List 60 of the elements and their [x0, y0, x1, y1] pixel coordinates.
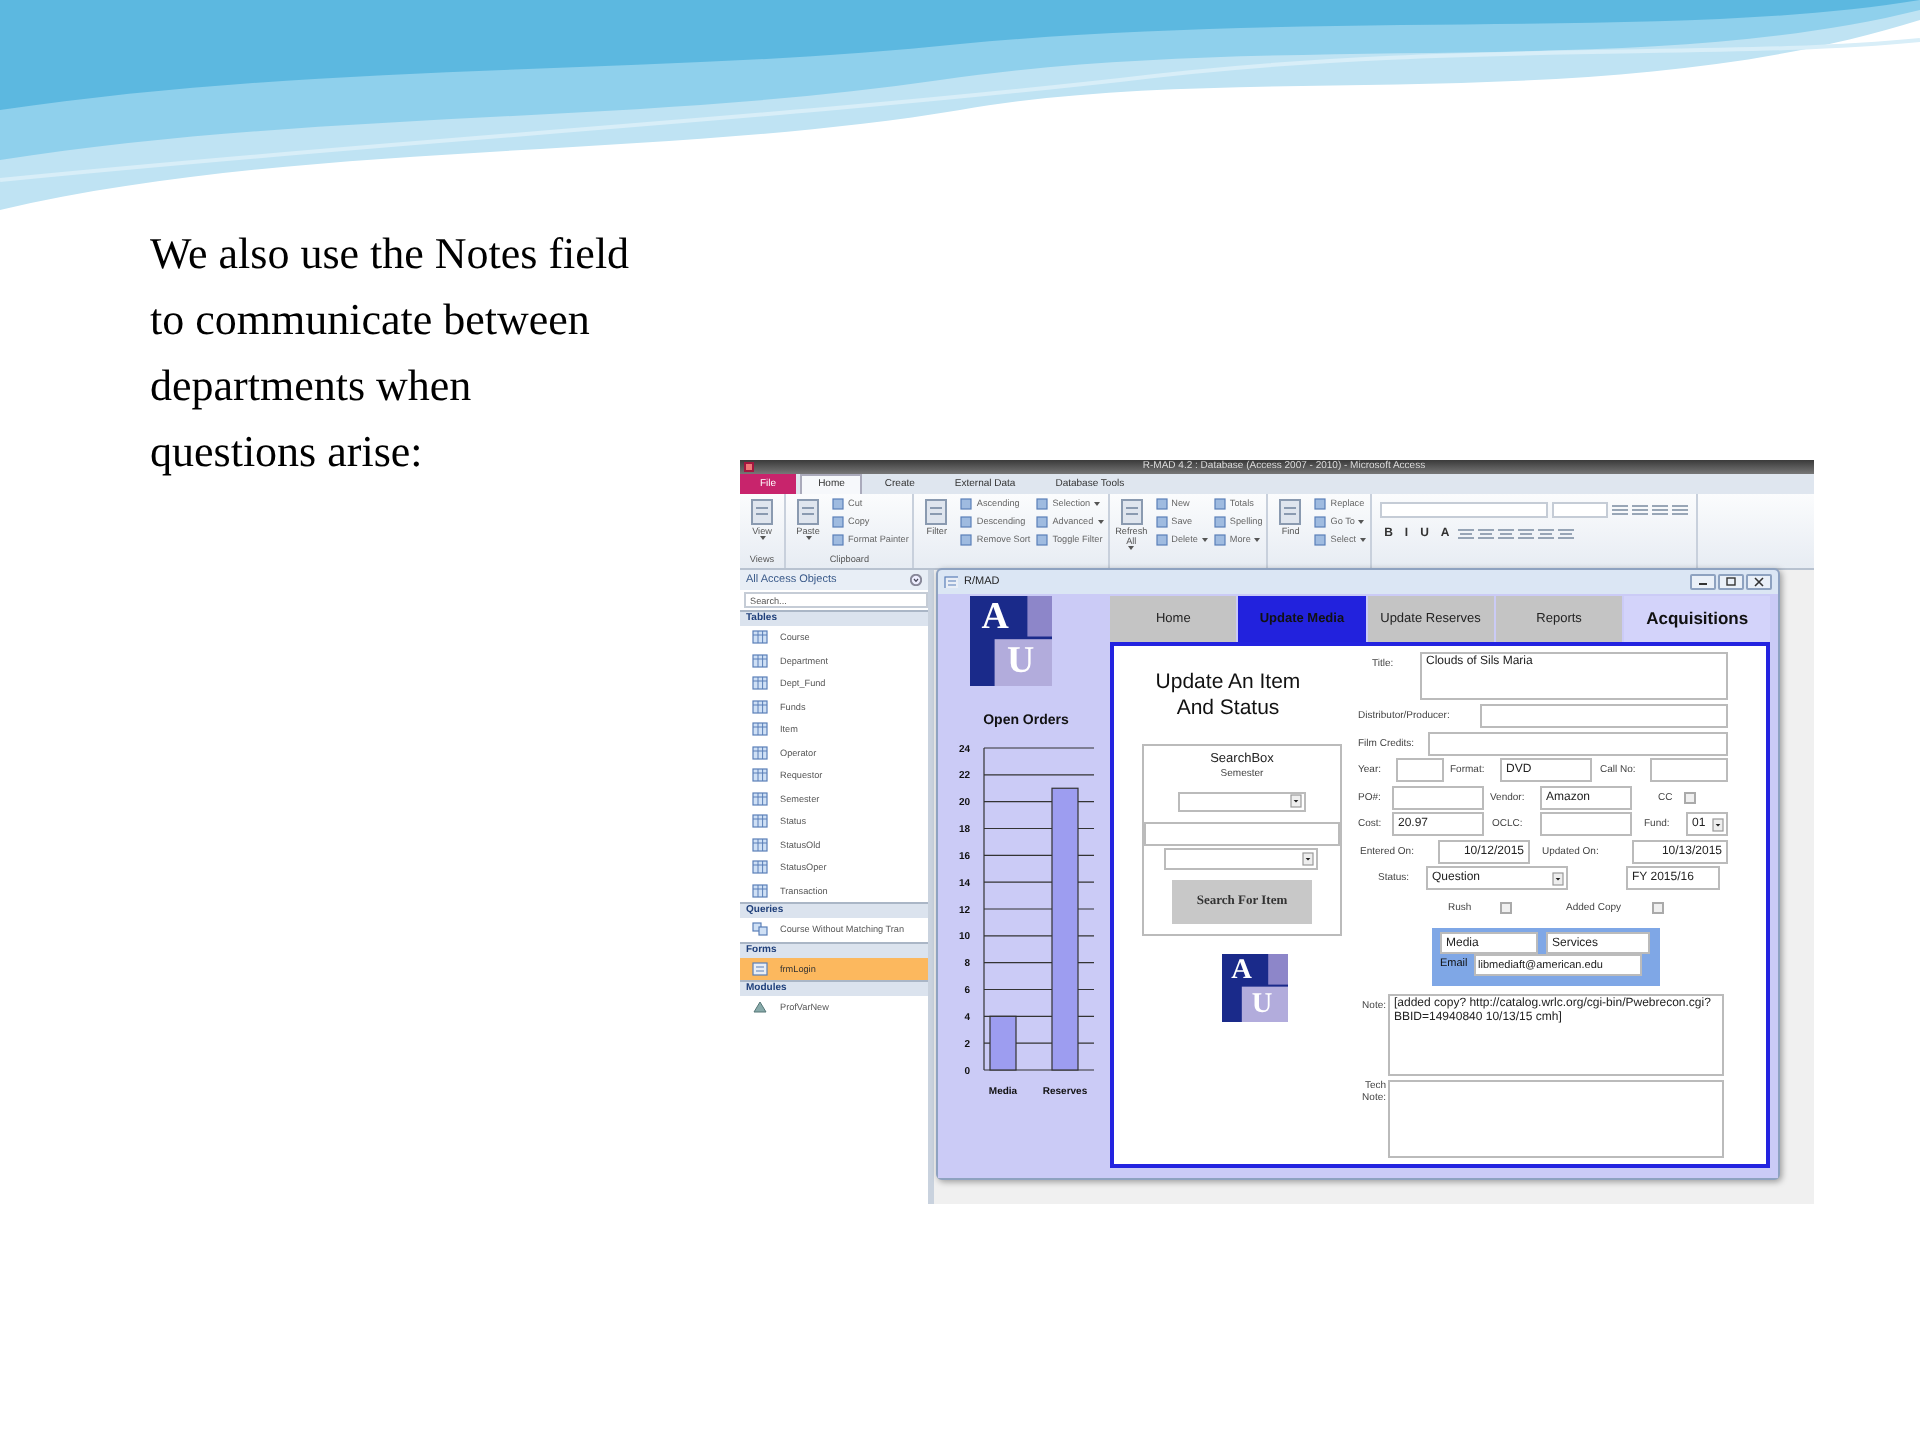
maximize-button[interactable] — [1718, 574, 1744, 590]
text-field[interactable] — [1144, 821, 1340, 846]
form-icon — [752, 961, 768, 976]
slide-text: We also use the Notes field to communicate between departments when questions arise: — [150, 226, 632, 480]
table-icon — [752, 883, 768, 898]
align-icon[interactable] — [1557, 528, 1574, 540]
align-icon[interactable] — [1457, 528, 1474, 540]
table-icon — [752, 837, 768, 852]
table-icon — [752, 745, 768, 760]
tool-icon — [1117, 498, 1146, 526]
list-icon[interactable] — [1612, 504, 1629, 516]
text-field[interactable] — [1650, 758, 1728, 782]
table-icon — [752, 676, 768, 691]
font-dropdown[interactable] — [1380, 502, 1549, 518]
tool-icon — [922, 498, 951, 526]
query-icon — [752, 922, 768, 937]
form-heading: Update An Item And Status — [1153, 670, 1303, 722]
align-icon[interactable] — [1497, 528, 1514, 540]
logo: A U — [1222, 954, 1288, 1022]
checkbox[interactable] — [1652, 902, 1664, 914]
close-icon — [1752, 576, 1766, 588]
tool-icon — [794, 498, 822, 526]
table-icon — [752, 653, 768, 668]
text-field[interactable] — [1480, 704, 1728, 728]
align-icon[interactable] — [1537, 528, 1554, 540]
dropdown-arrow-icon[interactable] — [1712, 817, 1724, 831]
text-field[interactable] — [1428, 732, 1728, 756]
close-button[interactable] — [1746, 574, 1772, 590]
text-area[interactable] — [1388, 1080, 1724, 1158]
table-icon — [752, 768, 768, 783]
text-field[interactable] — [1392, 786, 1484, 810]
dropdown-arrow-icon[interactable] — [1302, 851, 1314, 866]
align-icon[interactable] — [1477, 528, 1494, 540]
table-icon — [752, 699, 768, 714]
table-icon — [752, 722, 768, 737]
list-icon[interactable] — [1672, 504, 1689, 516]
logo: A U — [970, 596, 1052, 686]
form-header: Acquisitions — [1624, 596, 1770, 642]
list-icon[interactable] — [1632, 504, 1649, 516]
dropdown-arrow-icon[interactable] — [1552, 871, 1564, 885]
align-icon[interactable] — [1517, 528, 1534, 540]
table-icon — [752, 860, 768, 875]
size-dropdown[interactable] — [1552, 502, 1609, 518]
text-field[interactable] — [1396, 758, 1444, 782]
table-icon — [752, 791, 768, 806]
tool-icon — [1276, 498, 1305, 526]
dropdown-arrow-icon[interactable] — [1290, 794, 1302, 809]
module-icon — [752, 1000, 768, 1015]
checkbox[interactable] — [1684, 792, 1696, 804]
app-icon[interactable] — [744, 462, 754, 472]
table-icon — [752, 814, 768, 829]
tool-icon — [748, 498, 776, 526]
table-icon — [752, 630, 768, 645]
checkbox[interactable] — [1500, 902, 1512, 914]
text-field[interactable] — [1540, 812, 1632, 836]
chevron-icon[interactable] — [910, 574, 922, 586]
list-icon[interactable] — [1652, 504, 1669, 516]
minimize-button[interactable] — [1690, 574, 1716, 590]
maximize-icon — [1724, 576, 1738, 588]
form-icon — [944, 576, 958, 588]
